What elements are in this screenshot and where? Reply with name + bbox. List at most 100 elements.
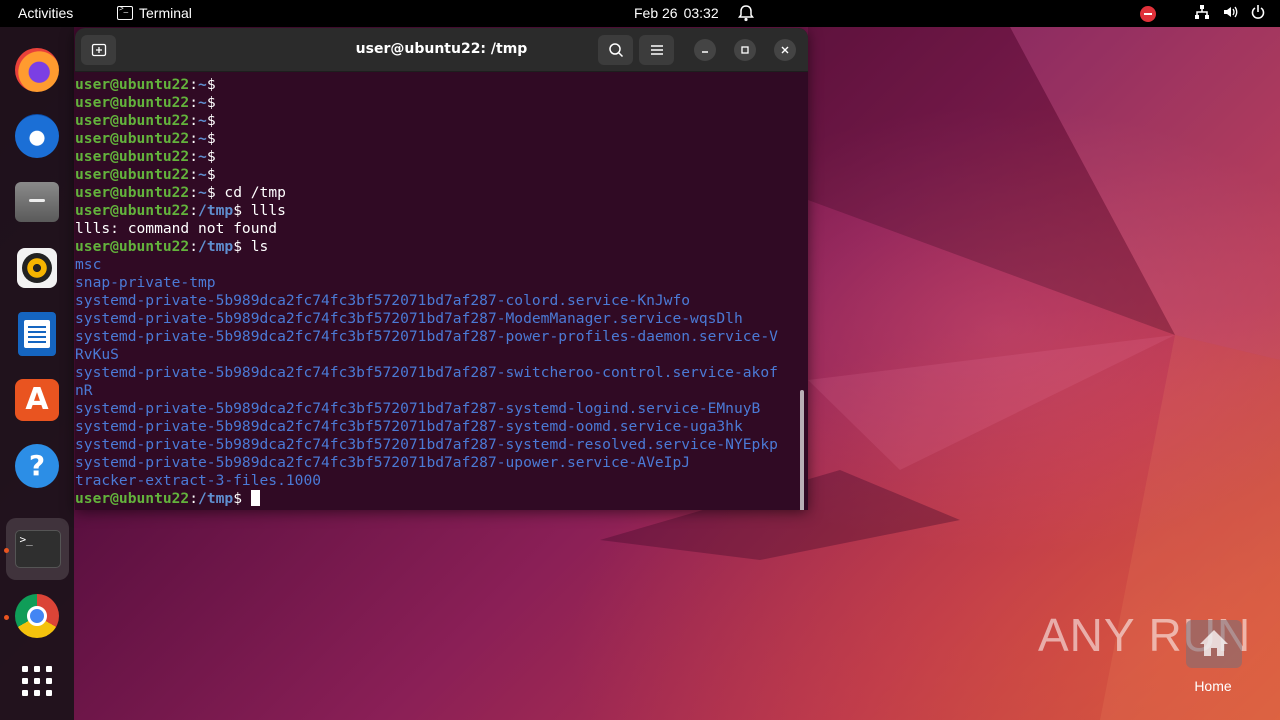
power-icon[interactable]: [1250, 4, 1266, 23]
prompt-user: user@ubuntu22: [75, 202, 190, 219]
libreoffice-writer-icon: [18, 312, 56, 356]
command-text: cd /tmp: [215, 184, 286, 201]
prompt-colon: :: [189, 130, 199, 147]
terminal-scrollbar[interactable]: [800, 390, 804, 510]
running-indicator: [4, 548, 9, 553]
terminal-line: llls: command not found: [75, 220, 800, 238]
notification-bell-icon[interactable]: [738, 4, 754, 25]
dock-item-rhythmbox[interactable]: [11, 242, 63, 294]
directory-entry: systemd-private-5b989dca2fc74fc3bf572071…: [75, 454, 691, 471]
minimize-button[interactable]: [694, 39, 716, 61]
activities-button[interactable]: Activities: [18, 5, 73, 21]
directory-entry: systemd-private-5b989dca2fc74fc3bf572071…: [75, 310, 743, 327]
command-text: ls: [241, 238, 269, 255]
terminal-line: systemd-private-5b989dca2fc74fc3bf572071…: [75, 454, 800, 472]
maximize-icon: [741, 46, 749, 54]
terminal-header-bar[interactable]: user@ubuntu22: /tmp: [75, 28, 808, 72]
terminal-line: user@ubuntu22:~$: [75, 148, 800, 166]
directory-entry: tracker-extract-3-files.1000: [75, 472, 322, 489]
prompt-colon: :: [189, 202, 199, 219]
prompt-symbol: $: [206, 184, 216, 201]
prompt-user: user@ubuntu22: [75, 112, 190, 129]
app-menu[interactable]: Terminal: [117, 4, 192, 21]
prompt-path: ~: [198, 130, 207, 147]
home-folder-icon[interactable]: [1186, 620, 1242, 668]
command-text: [242, 490, 251, 507]
system-tray[interactable]: [1140, 4, 1266, 23]
terminal-line: user@ubuntu22:~$ cd /tmp: [75, 184, 800, 202]
terminal-line: user@ubuntu22:~$: [75, 130, 800, 148]
dock-item-files[interactable]: [11, 176, 63, 228]
volume-icon[interactable]: [1222, 4, 1238, 23]
prompt-user: user@ubuntu22: [75, 76, 190, 93]
terminal-app-icon: [117, 4, 133, 20]
dock-item-firefox[interactable]: [11, 44, 63, 96]
files-icon: [15, 182, 59, 222]
running-indicator: [4, 615, 9, 620]
terminal-window[interactable]: user@ubuntu22: /tmp user@ubuntu22:~$ user…: [75, 28, 808, 510]
prompt-path: ~: [198, 94, 207, 111]
directory-entry: systemd-private-5b989dca2fc74fc3bf572071…: [75, 328, 778, 345]
search-button[interactable]: [598, 35, 633, 65]
minimize-icon: [702, 51, 708, 53]
menu-button[interactable]: [639, 35, 674, 65]
prompt-symbol: $: [206, 148, 216, 165]
network-icon[interactable]: [1194, 4, 1210, 23]
prompt-user: user@ubuntu22: [75, 490, 190, 507]
directory-entry: RvKuS: [75, 346, 119, 363]
terminal-line: systemd-private-5b989dca2fc74fc3bf572071…: [75, 400, 800, 418]
top-bar: Activities Terminal Feb 26 03:32: [0, 0, 1280, 27]
firefox-icon: [15, 48, 59, 92]
terminal-line: user@ubuntu22:/tmp$ llls: [75, 202, 800, 220]
home-folder-label[interactable]: Home: [1178, 678, 1248, 694]
terminal-line: systemd-private-5b989dca2fc74fc3bf572071…: [75, 418, 800, 436]
terminal-line: user@ubuntu22:/tmp$ ls: [75, 238, 800, 256]
terminal-icon: >_: [14, 530, 61, 568]
prompt-colon: :: [189, 238, 199, 255]
prompt-path: ~: [198, 148, 207, 165]
directory-entry: systemd-private-5b989dca2fc74fc3bf572071…: [75, 292, 691, 309]
directory-entry: snap-private-tmp: [75, 274, 216, 291]
prompt-colon: :: [189, 112, 199, 129]
prompt-path: ~: [198, 112, 207, 129]
prompt-path: ~: [198, 184, 207, 201]
terminal-cursor: [250, 490, 260, 506]
dock-item-libreoffice-writer[interactable]: [11, 308, 63, 360]
terminal-line: systemd-private-5b989dca2fc74fc3bf572071…: [75, 328, 800, 346]
terminal-line: msc: [75, 256, 800, 274]
thunderbird-icon: [15, 114, 59, 158]
directory-entry: nR: [75, 382, 93, 399]
clock[interactable]: Feb 26 03:32: [634, 5, 719, 21]
output-text: llls: command not found: [75, 220, 278, 237]
show-apps-button[interactable]: [11, 655, 63, 707]
terminal-line: systemd-private-5b989dca2fc74fc3bf572071…: [75, 364, 800, 382]
terminal-line: systemd-private-5b989dca2fc74fc3bf572071…: [75, 310, 800, 328]
dock-item-app-center[interactable]: A: [11, 374, 63, 426]
directory-entry: systemd-private-5b989dca2fc74fc3bf572071…: [75, 400, 761, 417]
prompt-path: /tmp: [198, 238, 234, 255]
directory-entry: systemd-private-5b989dca2fc74fc3bf572071…: [75, 418, 743, 435]
prompt-colon: :: [189, 166, 199, 183]
dock-item-help[interactable]: ?: [11, 440, 63, 492]
recording-stop-icon[interactable]: [1140, 5, 1156, 22]
dock-item-chrome[interactable]: [11, 590, 63, 642]
prompt-colon: :: [189, 184, 199, 201]
directory-entry: systemd-private-5b989dca2fc74fc3bf572071…: [75, 436, 778, 453]
dock-item-terminal[interactable]: >_: [6, 518, 69, 580]
clock-time: 03:32: [683, 5, 719, 21]
directory-entry: msc: [75, 256, 102, 273]
hamburger-menu-icon: [650, 45, 663, 55]
prompt-colon: :: [189, 94, 199, 111]
terminal-line: user@ubuntu22:/tmp$: [75, 490, 800, 508]
dock-item-thunderbird[interactable]: [11, 110, 63, 162]
close-button[interactable]: [774, 39, 796, 61]
prompt-path: /tmp: [198, 202, 234, 219]
prompt-symbol: $: [233, 490, 242, 507]
prompt-user: user@ubuntu22: [75, 184, 190, 201]
maximize-button[interactable]: [734, 39, 756, 61]
prompt-symbol: $: [206, 112, 216, 129]
prompt-colon: :: [189, 490, 199, 507]
terminal-output[interactable]: user@ubuntu22:~$ user@ubuntu22:~$ user@ubu…: [75, 76, 800, 510]
close-icon: [781, 46, 789, 54]
terminal-line: nR: [75, 382, 800, 400]
